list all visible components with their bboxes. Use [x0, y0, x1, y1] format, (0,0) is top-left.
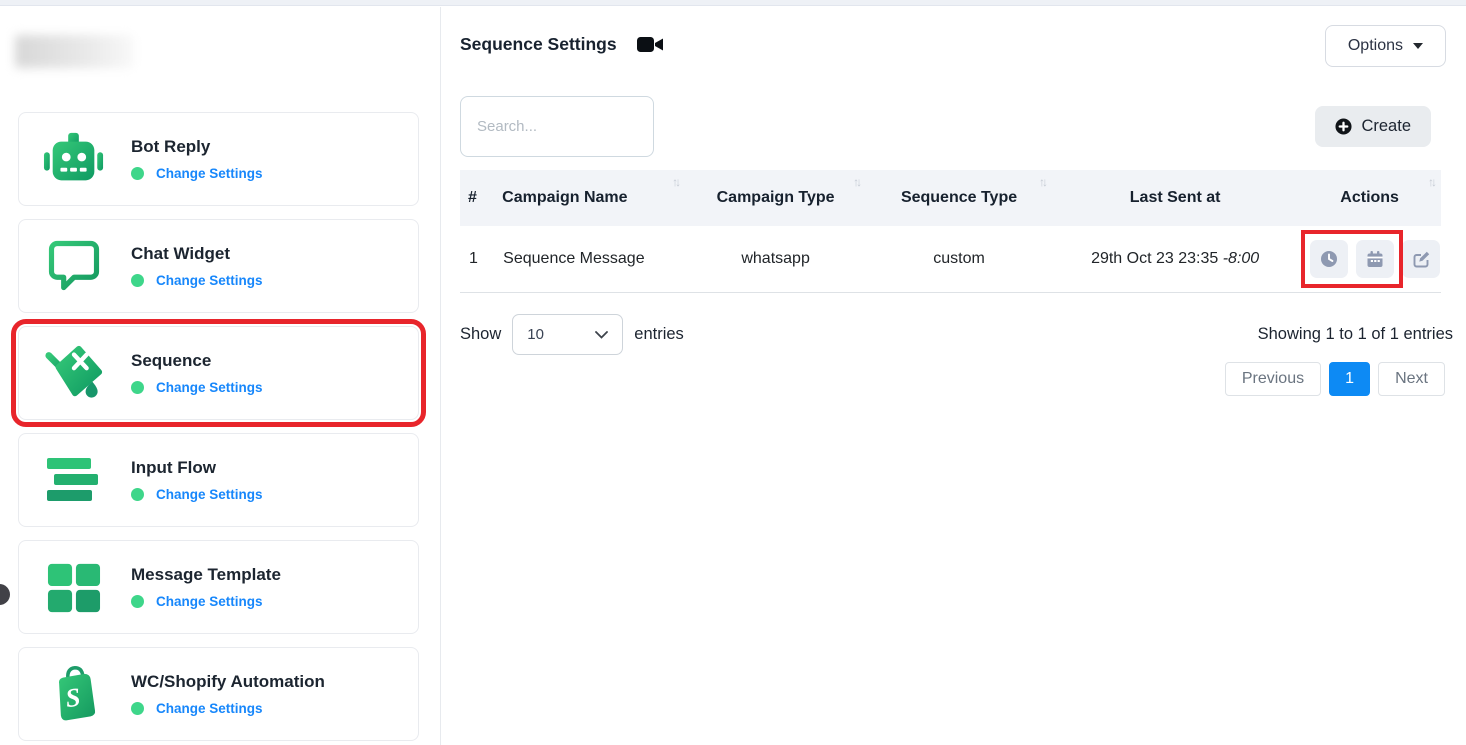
sidebar-item-title: Chat Widget [131, 244, 263, 264]
row-sequence-type: custom [866, 226, 1052, 293]
sidebar-item-title: Input Flow [131, 458, 263, 478]
sidebar-item-title: Message Template [131, 565, 281, 585]
shopify-bag-icon: S [43, 661, 105, 727]
create-button-label: Create [1361, 117, 1411, 136]
edit-button[interactable] [1402, 240, 1440, 278]
schedule-time-button[interactable] [1310, 240, 1348, 278]
sidebar-item-wc-shopify-automation: S WC/Shopify Automation Change Settings [18, 647, 419, 741]
column-sequence-type[interactable]: Sequence Type ↑↓ [866, 170, 1052, 226]
sidebar-item-body: Message Template Change Settings [131, 565, 281, 609]
sidebar-item-body: Chat Widget Change Settings [131, 244, 263, 288]
column-index: # [460, 170, 494, 226]
stacked-bars-icon [43, 447, 105, 513]
column-actions[interactable]: Actions ↑↓ [1298, 170, 1441, 226]
row-campaign-name: Sequence Message [494, 226, 685, 293]
table-header-row: # Campaign Name ↑↓ Campaign Type ↑↓ Sequ… [460, 170, 1441, 226]
next-page-button[interactable]: Next [1378, 362, 1445, 396]
sidebar-item-body: WC/Shopify Automation Change Settings [131, 672, 325, 716]
showing-entries-text: Showing 1 to 1 of 1 entries [1258, 325, 1453, 344]
row-campaign-type: whatsapp [685, 226, 866, 293]
calendar-icon [1366, 250, 1384, 268]
previous-page-button[interactable]: Previous [1225, 362, 1321, 396]
clock-icon [1320, 250, 1338, 268]
change-settings-link[interactable]: Change Settings [156, 701, 263, 716]
sidebar-item-sequence: Sequence Change Settings [18, 326, 419, 420]
chat-bubble-icon [43, 233, 105, 299]
grid-icon [43, 554, 105, 620]
sidebar-item-body: Input Flow Change Settings [131, 458, 263, 502]
show-label: Show [460, 325, 501, 344]
search-input[interactable] [460, 96, 654, 157]
sidebar-item-message-template: Message Template Change Settings [18, 540, 419, 634]
status-dot [131, 381, 144, 394]
page-size-value: 10 [527, 326, 544, 343]
sort-icon[interactable]: ↑↓ [672, 175, 678, 189]
column-campaign-type[interactable]: Campaign Type ↑↓ [685, 170, 866, 226]
status-dot [131, 167, 144, 180]
sort-icon[interactable]: ↑↓ [1428, 175, 1434, 189]
sidebar-card-list: Bot Reply Change Settings Chat Widget [18, 112, 419, 741]
change-settings-link[interactable]: Change Settings [156, 487, 263, 502]
sort-icon[interactable]: ↑↓ [1039, 175, 1045, 189]
table-row: 1 Sequence Message whatsapp custom 29th … [460, 226, 1441, 293]
sort-icon[interactable]: ↑↓ [853, 175, 859, 189]
sidebar-item-title: WC/Shopify Automation [131, 672, 325, 692]
sequence-table: # Campaign Name ↑↓ Campaign Type ↑↓ Sequ… [460, 170, 1441, 293]
plus-circle-icon [1335, 118, 1352, 135]
row-last-sent-at: 29th Oct 23 23:35 -8:00 [1052, 226, 1298, 293]
options-button[interactable]: Options [1325, 25, 1446, 67]
page-size-select[interactable]: 10 [512, 314, 623, 355]
status-dot [131, 702, 144, 715]
change-settings-link[interactable]: Change Settings [156, 273, 263, 288]
app-logo-blurred [15, 35, 133, 68]
main-content: Sequence Settings Options Create [442, 7, 1466, 745]
status-dot [131, 274, 144, 287]
create-button[interactable]: Create [1315, 106, 1431, 147]
edit-icon [1412, 250, 1431, 269]
caret-down-icon [1413, 43, 1423, 49]
timezone-offset: -8:00 [1223, 250, 1259, 267]
robot-icon [43, 126, 105, 192]
column-last-sent-at: Last Sent at [1052, 170, 1298, 226]
pagination: Previous 1 Next [442, 362, 1445, 396]
status-dot [131, 595, 144, 608]
sidebar-item-body: Bot Reply Change Settings [131, 137, 263, 181]
paint-bucket-icon [43, 340, 105, 406]
sidebar: Bot Reply Change Settings Chat Widget [0, 7, 441, 745]
top-navbar [0, 0, 1466, 6]
change-settings-link[interactable]: Change Settings [156, 380, 263, 395]
toolbar: Create [442, 96, 1466, 157]
page-size-control: Show 10 entries [460, 314, 684, 355]
row-actions [1298, 226, 1441, 293]
sidebar-item-body: Sequence Change Settings [131, 351, 263, 395]
status-dot [131, 488, 144, 501]
column-campaign-name[interactable]: Campaign Name ↑↓ [494, 170, 685, 226]
sidebar-item-chat-widget: Chat Widget Change Settings [18, 219, 419, 313]
video-tutorial-icon[interactable] [637, 34, 664, 55]
table-footer: Show 10 entries Showing 1 to 1 of 1 entr… [460, 314, 1453, 355]
page-title: Sequence Settings [460, 34, 617, 55]
entries-label: entries [634, 325, 684, 344]
options-button-label: Options [1348, 37, 1403, 55]
sidebar-item-title: Bot Reply [131, 137, 263, 157]
change-settings-link[interactable]: Change Settings [156, 594, 263, 609]
chevron-down-icon [595, 331, 608, 339]
row-index: 1 [460, 226, 494, 293]
schedule-date-button[interactable] [1356, 240, 1394, 278]
sidebar-item-bot-reply: Bot Reply Change Settings [18, 112, 419, 206]
page-header: Sequence Settings Options [442, 7, 1466, 67]
change-settings-link[interactable]: Change Settings [156, 166, 263, 181]
sidebar-item-input-flow: Input Flow Change Settings [18, 433, 419, 527]
page-1-button[interactable]: 1 [1329, 362, 1370, 396]
sidebar-item-title: Sequence [131, 351, 263, 371]
